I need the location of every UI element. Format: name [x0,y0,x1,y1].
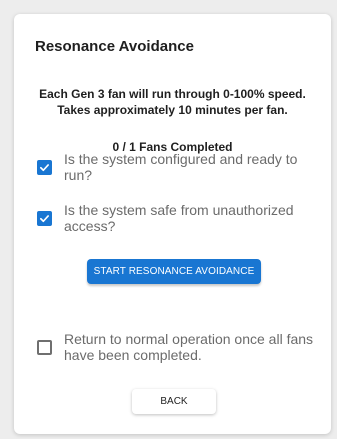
back-button[interactable]: BACK [132,389,216,414]
system-safe-label: Is the system safe from unauthorized acc… [64,202,294,234]
description-line-2: Takes approximately 10 minutes per fan. [57,103,288,117]
check-icon [40,215,49,223]
return-to-normal-label: Return to normal operation once all fans… [64,331,314,363]
description-line-1: Each Gen 3 fan will run through 0-100% s… [39,87,306,101]
system-ready-check[interactable]: Is the system configured and ready to ru… [37,151,322,183]
system-safe-checkbox[interactable] [37,211,52,226]
resonance-avoidance-dialog: Resonance Avoidance Each Gen 3 fan will … [14,14,331,434]
system-safe-check[interactable]: Is the system safe from unauthorized acc… [37,202,322,234]
check-icon [40,164,49,172]
return-to-normal-checkbox[interactable] [37,340,52,355]
return-to-normal-option[interactable]: Return to normal operation once all fans… [37,331,322,363]
system-ready-label: Is the system configured and ready to ru… [64,151,298,183]
dialog-title: Resonance Avoidance [35,38,194,55]
system-ready-checkbox[interactable] [37,160,52,175]
start-resonance-avoidance-button[interactable]: START RESONANCE AVOIDANCE [87,259,261,284]
description: Each Gen 3 fan will run through 0-100% s… [14,86,331,118]
